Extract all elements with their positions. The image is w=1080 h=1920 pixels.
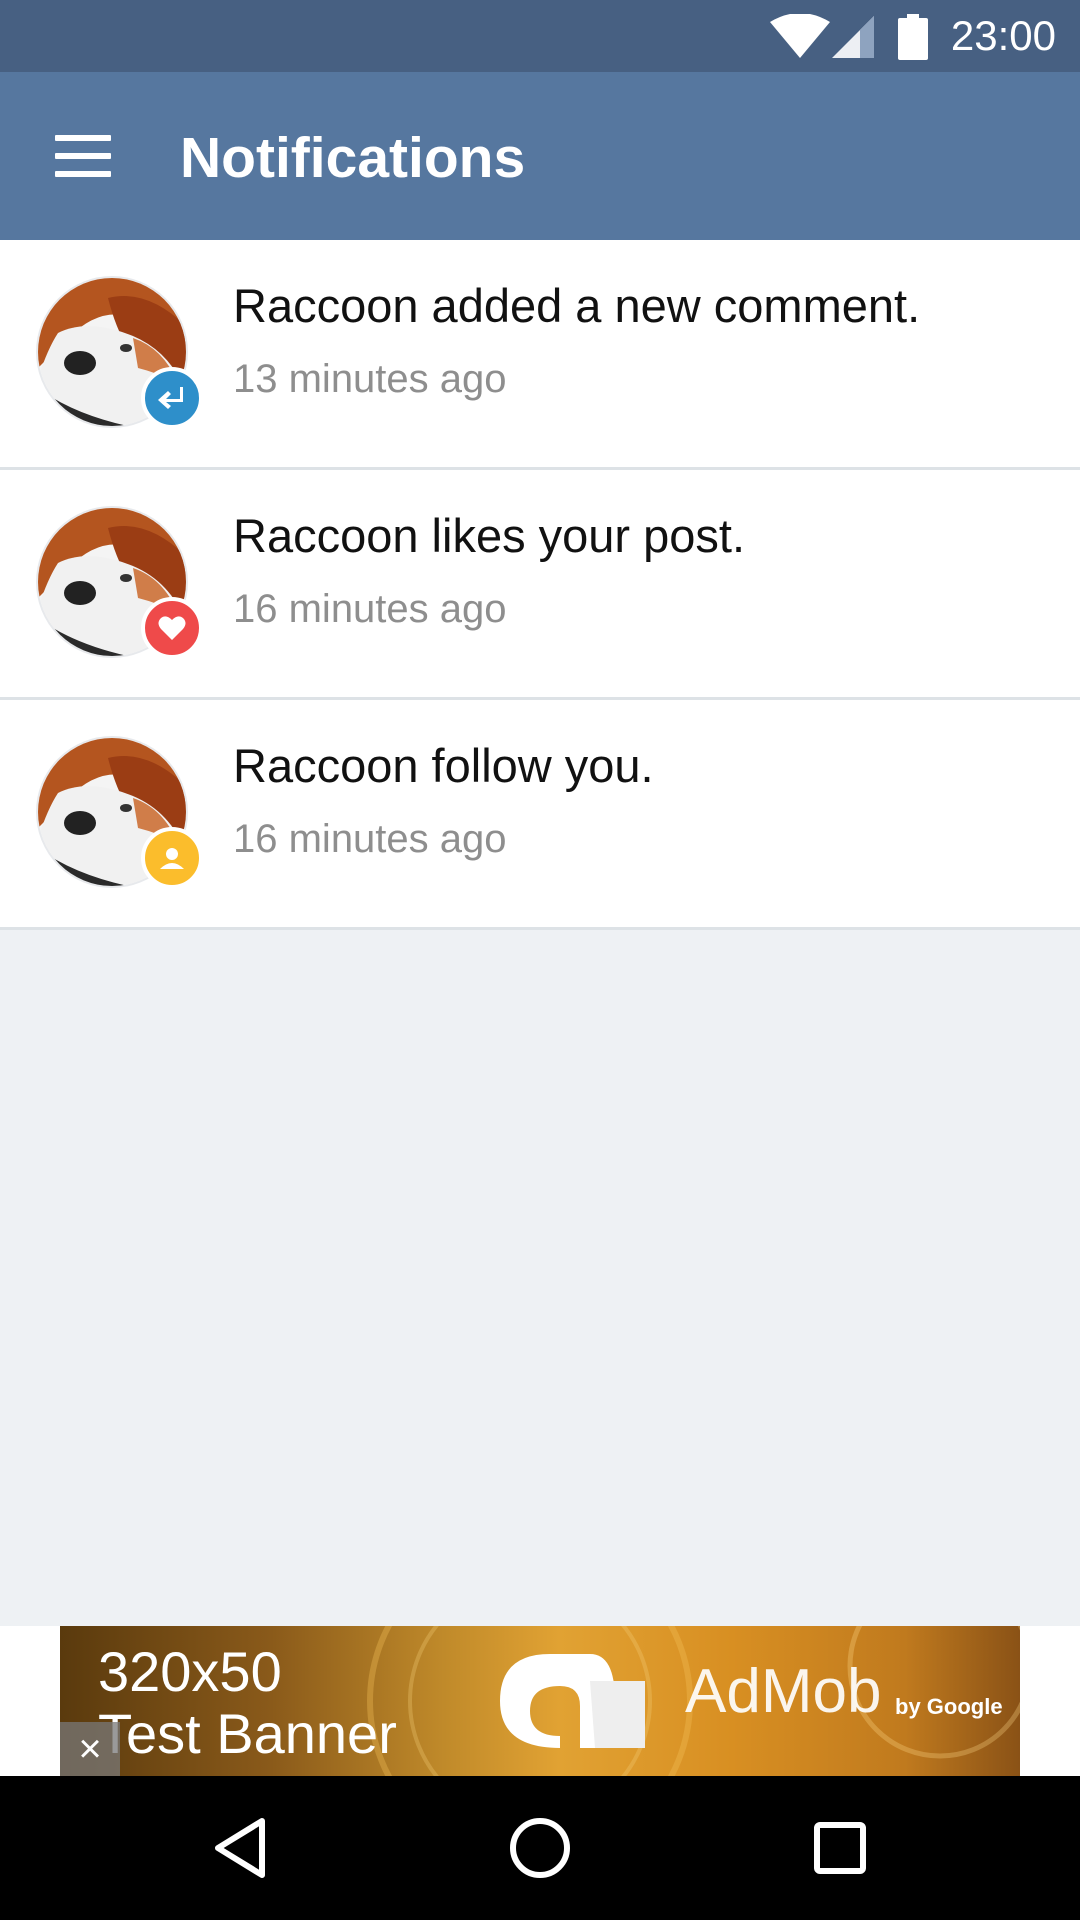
ad-close-button[interactable]: × [60,1722,120,1776]
notification-text: Raccoon likes your post. [233,509,746,562]
notification-text: Raccoon follow you. [233,739,654,792]
notification-time: 16 minutes ago [233,587,507,631]
status-time: 23:00 [950,12,1056,59]
recents-icon [814,1822,866,1874]
app-bar: Notifications [0,72,1080,240]
notification-item[interactable]: Raccoon follow you. 16 minutes ago [0,700,1080,930]
hamburger-menu-icon [55,135,111,141]
menu-button[interactable] [40,112,128,200]
ad-line-1: 320x50 [98,1640,282,1703]
notification-list: Raccoon added a new comment. 13 minutes … [0,240,1080,930]
person-icon [141,827,203,889]
recents-button[interactable] [790,1798,890,1898]
battery-icon [898,14,928,65]
admob-by-google: by Google [895,1694,1003,1719]
reply-icon [141,367,203,429]
ad-banner[interactable]: 320x50 Test Banner AdMob by Google [60,1626,1020,1776]
home-button[interactable] [490,1798,590,1898]
heart-icon [141,597,203,659]
notification-text: Raccoon added a new comment. [233,279,921,332]
notification-time: 16 minutes ago [233,817,507,861]
home-icon [510,1818,570,1878]
notification-time: 13 minutes ago [233,357,507,401]
system-nav-bar [0,1776,1080,1920]
back-button[interactable] [190,1798,290,1898]
notification-item[interactable]: Raccoon added a new comment. 13 minutes … [0,240,1080,470]
cell-signal-icon [832,16,874,63]
page-title: Notifications [180,126,526,190]
status-bar: 23:00 [0,0,1080,72]
wifi-icon [770,13,830,63]
admob-logo: AdMob [685,1657,882,1726]
ad-line-2: Test Banner [98,1702,397,1765]
back-icon [215,1818,265,1878]
notification-item[interactable]: Raccoon likes your post. 16 minutes ago [0,470,1080,700]
